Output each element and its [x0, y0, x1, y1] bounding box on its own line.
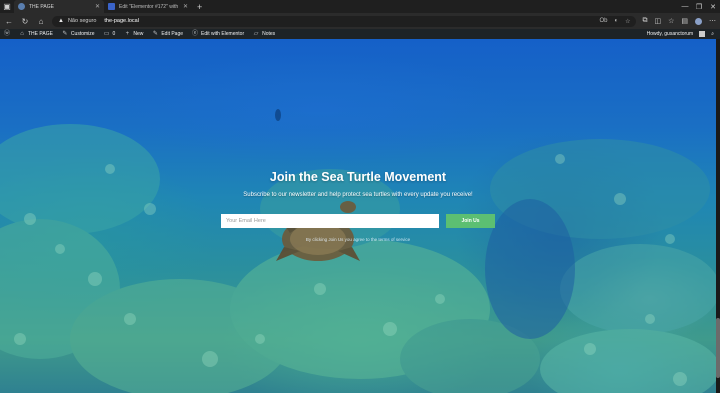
- home-icon[interactable]: ⌂: [36, 17, 46, 26]
- reload-icon[interactable]: ↻: [20, 17, 30, 26]
- window-controls: — ❐ ✕: [678, 3, 720, 11]
- page-scrollbar-thumb[interactable]: [716, 318, 720, 378]
- security-label[interactable]: Não seguro: [68, 18, 96, 24]
- adminbar-site-link[interactable]: ⌂ THE PAGE: [19, 31, 53, 37]
- tab-title: THE PAGE: [29, 3, 54, 10]
- favorites-icon[interactable]: ☆: [668, 17, 674, 25]
- warning-icon[interactable]: ▲: [58, 18, 64, 24]
- adminbar-edit-elementor[interactable]: ⓔ Edit with Elementor: [192, 31, 244, 37]
- join-us-button[interactable]: Join Us: [446, 214, 495, 228]
- adminbar-comments[interactable]: ▭ 0: [104, 31, 116, 37]
- adminbar-notes[interactable]: ▱ Notes: [253, 31, 275, 37]
- extensions-icon[interactable]: ⧉: [642, 17, 647, 25]
- site-favicon-icon: [18, 3, 25, 10]
- new-tab-button[interactable]: +: [192, 2, 207, 12]
- adminbar-label: 0: [112, 31, 116, 37]
- adminbar-label: Edit with Elementor: [201, 31, 245, 37]
- profile-avatar[interactable]: [695, 17, 702, 25]
- adminbar-account: Howdy, gusanctorum ⌕: [647, 31, 720, 37]
- brush-icon: ✎: [62, 31, 68, 37]
- plus-icon: +: [125, 31, 130, 37]
- privacy-note: By clicking Join Us you agree to the ter…: [305, 237, 411, 242]
- back-arrow-icon[interactable]: ←: [4, 17, 14, 26]
- adminbar-label: New: [133, 31, 144, 37]
- address-bar-actions: Ob ◐ ☆: [599, 18, 630, 25]
- tab-the-page[interactable]: THE PAGE ✕: [14, 0, 104, 13]
- elementor-favicon-icon: [108, 3, 115, 10]
- workspaces-icon[interactable]: ▣: [0, 0, 14, 13]
- zoom-badge[interactable]: Ob: [599, 18, 607, 24]
- close-tab-icon[interactable]: ✕: [183, 3, 188, 10]
- minimize-icon[interactable]: —: [678, 3, 692, 11]
- user-avatar[interactable]: [699, 31, 706, 37]
- adminbar-label: THE PAGE: [28, 31, 53, 37]
- email-input[interactable]: [221, 214, 439, 228]
- hero-title: Join the Sea Turtle Movement: [269, 170, 447, 184]
- pencil-icon: ✎: [152, 31, 158, 37]
- home-icon: ⌂: [20, 31, 24, 37]
- more-menu-icon[interactable]: ⋯: [709, 17, 716, 25]
- adminbar-customize[interactable]: ✎ Customize: [62, 31, 95, 37]
- elementor-icon: ⓔ: [192, 31, 199, 37]
- tab-elementor[interactable]: Edit "Elementor #172" with Elem ✕: [104, 0, 192, 13]
- collections-icon[interactable]: ▤: [681, 17, 688, 25]
- translate-icon[interactable]: ◐: [614, 18, 618, 24]
- url-text[interactable]: the-page.local: [104, 18, 139, 24]
- notes-icon: ▱: [253, 31, 259, 37]
- wp-logo[interactable]: ⓦ: [4, 31, 10, 37]
- hero-subtitle: Subscribe to our newsletter and help pro…: [243, 192, 473, 198]
- browser-tab-strip: ▣ THE PAGE ✕ Edit "Elementor #172" with …: [0, 0, 720, 13]
- browser-toolbar: ← ↻ ⌂ ▲ Não seguro the-page.local Ob ◐ ☆…: [0, 13, 720, 29]
- close-tab-icon[interactable]: ✕: [95, 3, 100, 10]
- tab-title: Edit "Elementor #172" with Elem: [119, 3, 179, 10]
- wp-admin-bar: ⓦ ⌂ THE PAGE ✎ Customize ▭ 0 + New ✎ Edit Pag…: [0, 29, 720, 39]
- adminbar-edit-page[interactable]: ✎ Edit Page: [152, 31, 183, 37]
- adminbar-new[interactable]: + New: [124, 31, 144, 37]
- comment-icon: ▭: [103, 31, 110, 37]
- split-screen-icon[interactable]: ◫: [654, 17, 661, 25]
- search-icon[interactable]: ⌕: [711, 31, 714, 37]
- wordpress-icon: ⓦ: [4, 31, 11, 37]
- howdy-greeting[interactable]: Howdy, gusanctorum: [647, 31, 694, 37]
- newsletter-signup: Join the Sea Turtle Movement Subscribe t…: [0, 39, 716, 393]
- browser-actions: ⧉ ◫ ☆ ▤ ⋯: [642, 17, 716, 25]
- maximize-icon[interactable]: ❐: [692, 3, 706, 11]
- hero-section: Join the Sea Turtle Movement Subscribe t…: [0, 39, 716, 393]
- adminbar-label: Customize: [70, 31, 95, 37]
- close-window-icon[interactable]: ✕: [706, 3, 720, 11]
- favorite-star-icon[interactable]: ☆: [625, 18, 630, 25]
- address-bar[interactable]: ▲ Não seguro the-page.local Ob ◐ ☆: [52, 15, 637, 27]
- adminbar-label: Edit Page: [161, 31, 184, 37]
- adminbar-label: Notes: [262, 31, 276, 37]
